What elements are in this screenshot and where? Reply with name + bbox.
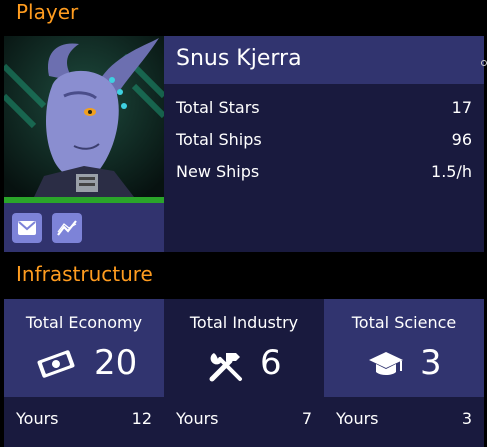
player-name: Snus Kjerra <box>176 46 302 71</box>
yours-value: 12 <box>131 409 152 428</box>
tools-icon <box>209 353 242 382</box>
stat-label: New Ships <box>176 162 260 181</box>
card-value: 6 <box>260 343 282 383</box>
infrastructure-section-title: Infrastructure <box>16 262 153 286</box>
card-title: Total Science <box>351 313 457 332</box>
stat-label: Total Ships <box>176 130 262 149</box>
card-title: Total Industry <box>189 313 299 332</box>
yours-label: Yours <box>16 409 59 428</box>
stat-row-total-stars: Total Stars 17 <box>176 96 472 120</box>
card-title: Total Economy <box>25 313 143 332</box>
player-avatar[interactable] <box>4 36 164 197</box>
money-icon <box>37 350 75 378</box>
science-card: Total Science 3 Yours 3 <box>324 299 484 447</box>
player-section-title: Player <box>16 0 79 24</box>
graduation-cap-icon <box>369 352 403 375</box>
message-button[interactable] <box>12 213 42 243</box>
scroll-indicator <box>481 60 487 66</box>
mail-icon <box>18 221 36 235</box>
player-action-panel <box>4 203 164 252</box>
industry-card: Total Industry 6 Yours 7 <box>164 299 324 447</box>
stat-row-new-ships: New Ships 1.5/h <box>176 160 472 184</box>
economy-card: Total Economy 20 Yours 12 <box>4 299 164 447</box>
chart-icon <box>57 220 77 236</box>
yours-value: 3 <box>461 409 472 428</box>
stat-value: 1.5/h <box>431 162 472 181</box>
stat-value: 96 <box>451 130 472 149</box>
stat-row-total-ships: Total Ships 96 <box>176 128 472 152</box>
stats-chart-button[interactable] <box>52 213 82 243</box>
card-value: 20 <box>94 343 138 383</box>
player-stats-panel: Total Stars 17 Total Ships 96 New Ships … <box>164 84 484 252</box>
yours-label: Yours <box>176 409 219 428</box>
player-name-bar: Snus Kjerra <box>164 36 484 84</box>
card-value: 3 <box>420 343 442 383</box>
stat-value: 17 <box>451 98 472 117</box>
yours-label: Yours <box>336 409 379 428</box>
stat-label: Total Stars <box>176 98 260 117</box>
yours-value: 7 <box>301 409 312 428</box>
